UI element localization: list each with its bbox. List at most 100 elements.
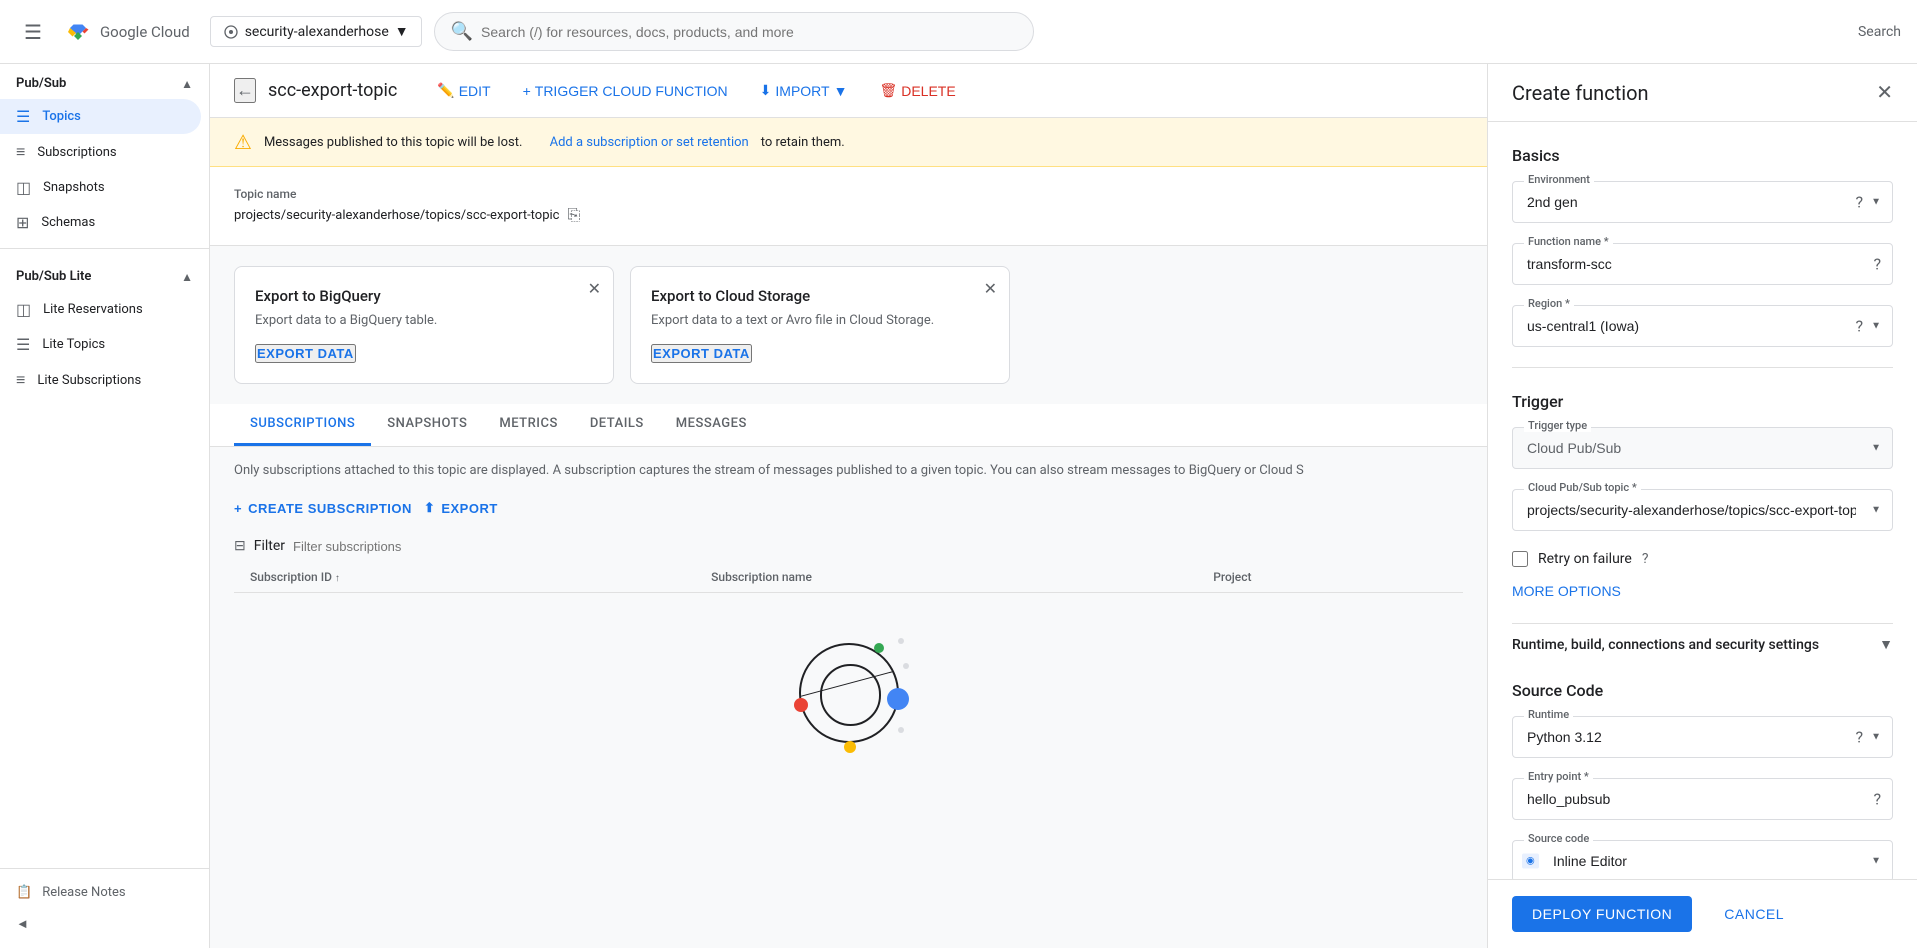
entry-point-input[interactable] [1512,778,1893,820]
function-name-group: Function name * ? [1512,243,1893,285]
topic-path: projects/security-alexanderhose/topics/s… [234,208,559,223]
column-header-subscription-name[interactable]: Subscription name [695,562,1197,593]
tab-subscriptions[interactable]: SUBSCRIPTIONS [234,404,371,446]
tab-snapshots[interactable]: SNAPSHOTS [371,404,483,446]
hamburger-menu[interactable]: ☰ [16,12,50,52]
deploy-function-button[interactable]: DEPLOY FUNCTION [1512,896,1692,932]
runtime-build-collapsible[interactable]: Runtime, build, connections and security… [1512,623,1893,665]
runtime-select[interactable]: Python 3.12 Python 3.11 Node.js 20 Go 1.… [1512,716,1893,758]
trigger-cloud-function-button[interactable]: + TRIGGER CLOUD FUNCTION [511,77,740,105]
export-card-bigquery-close[interactable]: ✕ [588,279,601,298]
sidebar-item-schemas[interactable]: ⊞ Schemas [0,205,201,240]
sidebar: Pub/Sub ▲ ☰ Topics ≡ Subscriptions ◫ Sna… [0,64,210,948]
column-header-project[interactable]: Project [1197,562,1463,593]
page-title: scc-export-topic [268,80,397,101]
region-label: Region * [1524,297,1574,310]
topic-name-value: projects/security-alexanderhose/topics/s… [234,205,1463,225]
export-card-storage-close[interactable]: ✕ [984,279,997,298]
edit-icon: ✏️ [437,82,454,99]
column-header-subscription-id[interactable]: Subscription ID ↑ [234,562,695,593]
basics-section-title: Basics [1512,146,1893,165]
filter-input[interactable] [293,539,1463,554]
topic-section: Topic name projects/security-alexanderho… [210,167,1487,246]
subscriptions-icon: ≡ [16,142,25,162]
delete-icon: 🗑 [879,82,897,99]
function-name-label: Function name * [1524,235,1613,248]
runtime-help-icon[interactable]: ? [1855,728,1863,747]
environment-help-icon[interactable]: ? [1855,193,1863,212]
sidebar-item-subscriptions[interactable]: ≡ Subscriptions [0,134,201,170]
runtime-select-wrapper: Python 3.12 Python 3.11 Node.js 20 Go 1.… [1512,716,1893,758]
export-subscriptions-button[interactable]: ⬆ EXPORT [424,494,498,522]
more-options-button[interactable]: MORE OPTIONS [1512,583,1621,599]
environment-select[interactable]: 1st gen 2nd gen [1512,181,1893,223]
sidebar-item-schemas-label: Schemas [41,215,95,230]
retry-help-icon[interactable]: ? [1642,551,1649,567]
environment-group: Environment 1st gen 2nd gen ? [1512,181,1893,223]
panel-header: Create function ✕ [1488,64,1917,122]
tab-metrics[interactable]: METRICS [483,404,573,446]
sidebar-item-lite-subscriptions[interactable]: ≡ Lite Subscriptions [0,362,201,398]
pubsub-topic-select-wrapper: projects/security-alexanderhose/topics/s… [1512,489,1893,531]
export-card-bigquery-desc: Export data to a BigQuery table. [255,313,593,328]
panel-footer: DEPLOY FUNCTION CANCEL [1488,879,1917,948]
trigger-type-label: Trigger type [1524,419,1591,432]
pubsublite-section-header[interactable]: Pub/Sub Lite ▲ [0,257,209,292]
create-subscription-label: CREATE SUBSCRIPTION [248,501,412,516]
lite-subscriptions-icon: ≡ [16,370,25,390]
export-card-storage-title: Export to Cloud Storage [651,287,989,305]
export-subscriptions-label: EXPORT [441,501,497,516]
copy-topic-button[interactable]: ⎘ [567,205,580,225]
sidebar-item-lite-reservations[interactable]: ◫ Lite Reservations [0,292,201,327]
sidebar-item-release-notes[interactable]: 📋 Release Notes [0,877,209,908]
cancel-button[interactable]: CANCEL [1704,896,1804,932]
filter-icon: ⊟ [234,538,246,554]
export-card-bigquery: ✕ Export to BigQuery Export data to a Bi… [234,266,614,384]
export-storage-button[interactable]: EXPORT DATA [651,344,752,363]
sidebar-collapse-button[interactable]: ◄ [0,908,209,940]
source-code-select[interactable]: Inline Editor [1512,840,1893,879]
tabs-bar: SUBSCRIPTIONS SNAPSHOTS METRICS DETAILS … [210,404,1487,447]
trigger-type-select[interactable]: Cloud Pub/Sub [1512,427,1893,469]
function-name-help-icon[interactable]: ? [1873,255,1881,274]
panel-close-button[interactable]: ✕ [1876,80,1893,105]
import-chevron-icon: ▼ [834,83,848,99]
search-icon: 🔍 [451,21,473,42]
project-selector[interactable]: security-alexanderhose ▼ [210,16,422,47]
sidebar-item-snapshots-label: Snapshots [43,180,105,195]
sidebar-item-topics[interactable]: ☰ Topics [0,99,201,134]
topics-icon: ☰ [16,107,30,126]
delete-button[interactable]: 🗑 DELETE [867,76,967,105]
pubsub-section-header[interactable]: Pub/Sub ▲ [0,64,209,99]
function-name-input[interactable] [1512,243,1893,285]
retry-on-failure-checkbox[interactable] [1512,551,1528,567]
snapshots-icon: ◫ [16,178,31,197]
entry-point-help-icon[interactable]: ? [1873,790,1881,809]
import-button[interactable]: ⬇ IMPORT ▼ [748,76,860,105]
sidebar-item-snapshots[interactable]: ◫ Snapshots [0,170,201,205]
retry-on-failure-row: Retry on failure ? [1512,551,1893,567]
create-subscription-button[interactable]: + CREATE SUBSCRIPTION [234,495,412,522]
sidebar-item-release-notes-label: Release Notes [42,885,125,900]
environment-select-wrapper: 1st gen 2nd gen ? [1512,181,1893,223]
back-button[interactable]: ← [234,78,256,103]
pubsub-topic-select[interactable]: projects/security-alexanderhose/topics/s… [1512,489,1893,531]
warning-link[interactable]: Add a subscription or set retention [550,135,749,150]
entry-point-group: Entry point * ? [1512,778,1893,820]
lite-topics-icon: ☰ [16,335,30,354]
sidebar-divider [0,248,209,249]
export-subscriptions-icon: ⬆ [424,500,435,516]
table-header: Subscription ID ↑ Subscription name Proj… [234,562,1463,593]
search-bar[interactable]: 🔍 [434,12,1034,51]
sidebar-item-topics-label: Topics [42,109,81,124]
sidebar-item-lite-topics[interactable]: ☰ Lite Topics [0,327,201,362]
edit-button[interactable]: ✏️ EDIT [425,76,502,105]
export-bigquery-button[interactable]: EXPORT DATA [255,344,356,363]
sidebar-item-lite-topics-label: Lite Topics [42,337,105,352]
search-input[interactable] [481,24,1017,40]
tab-details[interactable]: DETAILS [574,404,660,446]
region-help-icon[interactable]: ? [1855,317,1863,336]
dot-yellow [844,741,856,753]
region-select[interactable]: us-central1 (Iowa) [1512,305,1893,347]
tab-messages[interactable]: MESSAGES [660,404,763,446]
